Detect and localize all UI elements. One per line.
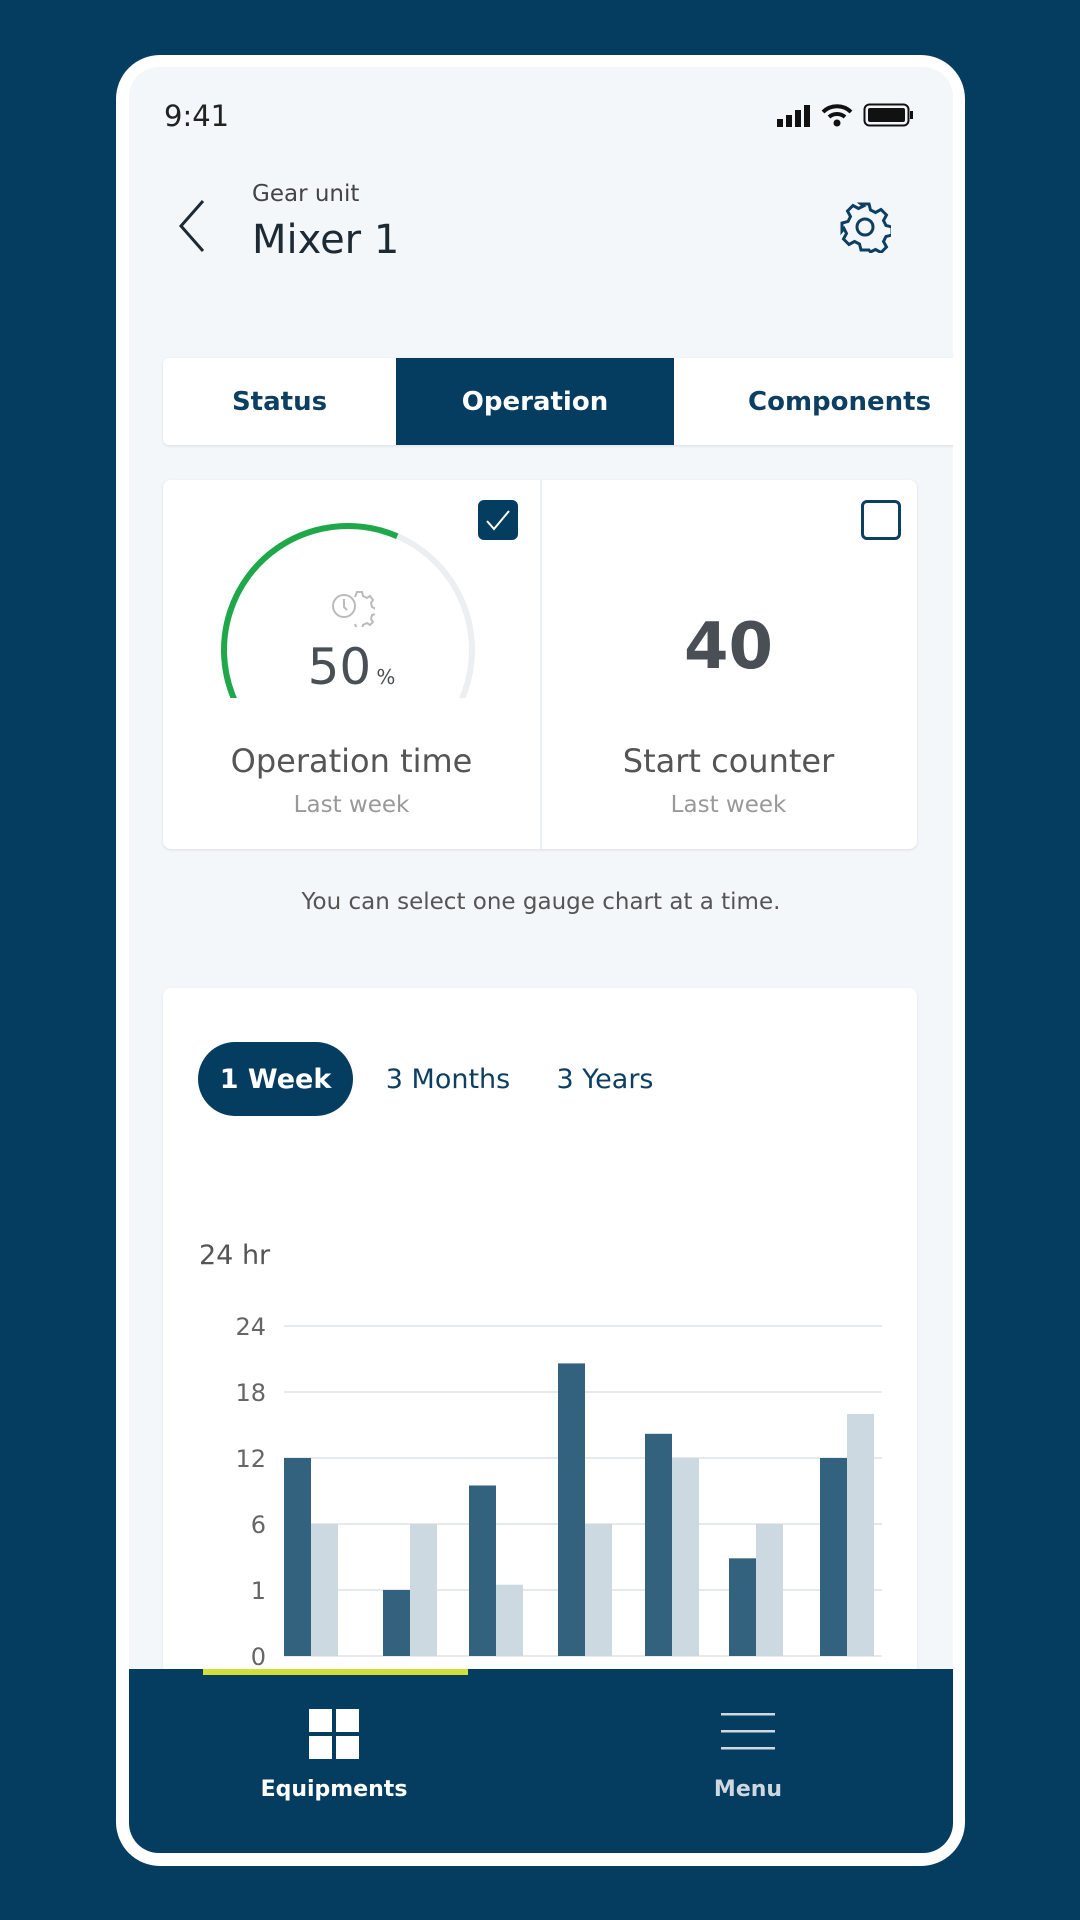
operation-time-period: Last week [293, 792, 410, 818]
active-tab-indicator [203, 1669, 468, 1675]
range-1-week[interactable]: 1 Week [198, 1042, 353, 1116]
bar [585, 1524, 612, 1656]
gauge-cards: 50 % Operation time Last week 40 Start c… [163, 480, 917, 849]
operation-time-card[interactable]: 50 % Operation time Last week [163, 480, 540, 849]
start-counter-value: 40 [683, 610, 774, 684]
operation-time-value: 50 % [163, 638, 540, 696]
start-counter-checkbox[interactable] [861, 500, 901, 540]
bar [496, 1584, 523, 1656]
tab-status[interactable]: Status [163, 358, 396, 445]
battery-icon [863, 103, 913, 127]
nav-equipments-label: Equipments [260, 1777, 408, 1802]
y-tick-label: 0 [251, 1643, 266, 1671]
range-3-years[interactable]: 3 Years [535, 1042, 675, 1116]
operation-time-checkbox[interactable] [478, 500, 518, 540]
range-3-months[interactable]: 3 Months [368, 1042, 528, 1116]
bar [469, 1485, 496, 1656]
bar [847, 1414, 874, 1656]
chart-card: 1 Week 3 Months 3 Years 24 hr 0161218240… [163, 988, 917, 1748]
gear-icon [840, 202, 894, 255]
bar [311, 1524, 338, 1656]
settings-button[interactable] [839, 201, 894, 257]
y-tick-label: 6 [251, 1511, 266, 1539]
bar [383, 1590, 410, 1656]
grid-icon [309, 1709, 359, 1759]
bar [820, 1458, 847, 1656]
tab-bar: Status Operation Components [163, 358, 953, 445]
back-button[interactable] [177, 199, 207, 257]
hint-text: You can select one gauge chart at a time… [301, 889, 781, 915]
nav-equipments[interactable]: Equipments [234, 1689, 434, 1839]
y-axis-label: 24 hr [199, 1240, 271, 1271]
status-icons [777, 103, 915, 127]
hamburger-menu-icon [721, 1713, 775, 1750]
nav-menu-label: Menu [713, 1777, 783, 1802]
y-tick-label: 12 [235, 1445, 266, 1473]
check-icon [486, 510, 510, 531]
gauge-value: 50 [307, 638, 372, 696]
nav-menu[interactable]: Menu [648, 1689, 848, 1839]
y-tick-label: 1 [251, 1577, 266, 1605]
bar [756, 1524, 783, 1656]
bar [284, 1458, 311, 1656]
status-time: 9:41 [164, 99, 230, 133]
tab-operation[interactable]: Operation [396, 358, 674, 445]
operation-time-label: Operation time [230, 742, 473, 780]
y-tick-label: 24 [235, 1313, 266, 1341]
start-counter-label: Start counter [622, 742, 835, 780]
gear-clock-icon [332, 591, 375, 627]
y-tick-label: 18 [235, 1379, 266, 1407]
bottom-nav: Equipments Menu [129, 1669, 953, 1853]
bar [558, 1363, 585, 1656]
bar [645, 1433, 672, 1656]
wifi-icon [821, 104, 853, 127]
chevron-left-icon [179, 200, 205, 252]
equipment-type: Gear unit [252, 181, 360, 207]
signal-icon [777, 105, 810, 127]
app-screen: 9:41 Gear unit Mixer 1 Status Operation … [129, 67, 953, 1853]
bar [410, 1524, 437, 1656]
start-counter-card[interactable]: 40 Start counter Last week [540, 480, 917, 849]
bar [672, 1458, 699, 1656]
gauge-unit: % [376, 665, 396, 689]
bar-chart: 01612182401Feb02Feb03Feb04Feb05Feb06Feb0… [235, 1313, 882, 1708]
start-counter-period: Last week [670, 792, 787, 818]
tab-components[interactable]: Components [674, 358, 953, 445]
page-title: Mixer 1 [252, 217, 400, 263]
bar [729, 1558, 756, 1656]
